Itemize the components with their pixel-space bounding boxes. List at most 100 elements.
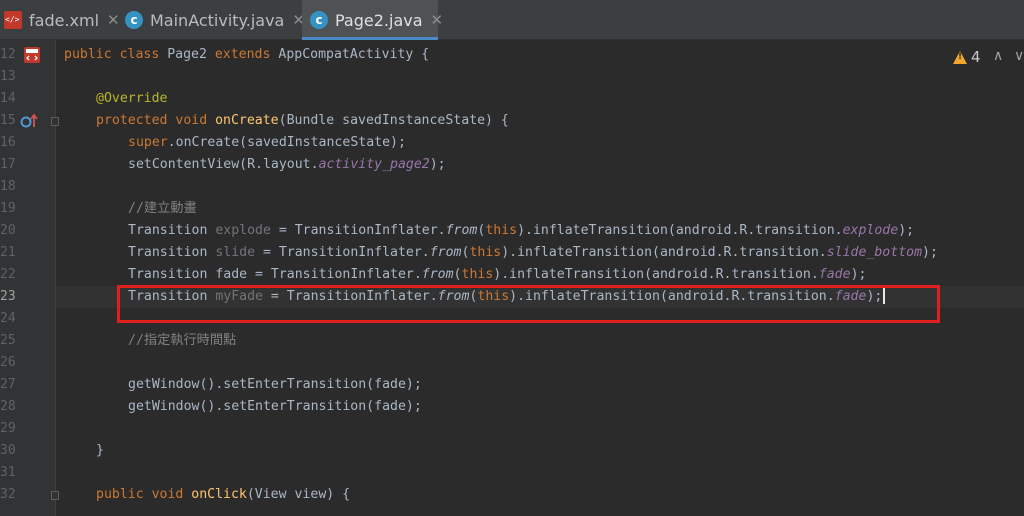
- line-number: 14: [0, 91, 16, 106]
- code-line-15: protected void onCreate(Bundle savedInst…: [56, 110, 1024, 132]
- code-text: (: [453, 267, 462, 282]
- code-text: setContentView(R.layout.: [128, 157, 319, 172]
- tab-label: Page2.java: [335, 10, 423, 30]
- line-number: 22: [0, 267, 16, 282]
- static-field: explode: [842, 223, 899, 238]
- line-number-gutter[interactable]: 12 13 14 15 16 17 18 19 20 21 22 23 24 2…: [0, 40, 59, 516]
- code-text: (View view) {: [246, 487, 351, 502]
- line-number: 17: [0, 157, 16, 172]
- code-text: );: [922, 245, 938, 260]
- keyword: this: [461, 267, 494, 282]
- java-class-icon: c: [310, 11, 328, 29]
- code-text: AppCompatActivity {: [278, 47, 430, 62]
- tab-main-activity[interactable]: c MainActivity.java ✕: [120, 0, 305, 40]
- line-number: 25: [0, 333, 16, 348]
- line-number: 19: [0, 201, 16, 216]
- code-line-17: setContentView(R.layout.activity_page2);: [56, 154, 1024, 176]
- method-name: onClick: [191, 487, 247, 502]
- line-number: 18: [0, 179, 16, 194]
- static-method: from: [421, 267, 454, 282]
- code-line-22: Transition fade = TransitionInflater.fro…: [56, 264, 1024, 286]
- keyword: this: [485, 223, 518, 238]
- code-text: );: [898, 223, 915, 238]
- comment: //指定執行時間點: [128, 333, 237, 348]
- warning-icon: [953, 50, 967, 64]
- class-name: Page2: [167, 47, 215, 62]
- static-field: fade: [818, 267, 851, 282]
- type-name: Transition: [128, 223, 216, 238]
- java-class-icon: c: [125, 11, 143, 29]
- override-method-icon[interactable]: [20, 113, 40, 129]
- line-number: 28: [0, 399, 16, 414]
- code-text: = TransitionInflater.: [255, 245, 430, 260]
- line-number: 16: [0, 135, 16, 150]
- static-method: from: [429, 245, 462, 260]
- code-text: (Bundle savedInstanceState) {: [278, 113, 509, 128]
- code-text: .onCreate(savedInstanceState);: [167, 135, 406, 150]
- type-name: Transition: [128, 267, 216, 282]
- code-text: ).inflateTransition(android.R.transition…: [501, 245, 827, 260]
- close-icon[interactable]: ✕: [107, 11, 120, 29]
- method-name: onCreate: [215, 113, 279, 128]
- code-line-12: public class Page2 extends AppCompatActi…: [56, 44, 1024, 66]
- comment: //建立動畫: [128, 201, 197, 216]
- keyword: public class: [64, 47, 168, 62]
- inspection-widget[interactable]: 4: [953, 48, 981, 66]
- code-text: getWindow().setEnterTransition(fade);: [128, 377, 422, 392]
- line-number-current: 23: [0, 289, 16, 304]
- static-field: activity_page2: [318, 157, 430, 172]
- line-number: 29: [0, 421, 16, 436]
- variable: fade: [215, 267, 248, 282]
- code-line-14: @Override: [56, 88, 1024, 110]
- close-icon[interactable]: ✕: [431, 11, 444, 29]
- line-number: 30: [0, 443, 16, 458]
- keyword: this: [469, 245, 502, 260]
- line-number: 20: [0, 223, 16, 238]
- red-highlight-box: [117, 285, 940, 323]
- code-text: }: [96, 443, 104, 458]
- code-line-27: getWindow().setEnterTransition(fade);: [56, 374, 1024, 396]
- type-name: Transition: [128, 245, 216, 260]
- code-text: ).inflateTransition(android.R.transition…: [517, 223, 843, 238]
- tab-page2[interactable]: c Page2.java ✕: [302, 0, 443, 40]
- line-number: 32: [0, 487, 16, 502]
- line-number: 13: [0, 69, 16, 84]
- code-text: );: [850, 267, 867, 282]
- line-number: 21: [0, 245, 16, 260]
- code-editor[interactable]: 12 13 14 15 16 17 18 19 20 21 22 23 24 2…: [0, 40, 1024, 516]
- keyword: super: [128, 135, 168, 150]
- line-number: 26: [0, 355, 16, 370]
- layout-file-icon[interactable]: [23, 46, 41, 64]
- static-method: from: [445, 223, 478, 238]
- code-line-20: Transition explode = TransitionInflater.…: [56, 220, 1024, 242]
- code-line-30: }: [56, 440, 1024, 462]
- line-number: 15: [0, 113, 16, 128]
- keyword: extends: [214, 47, 279, 62]
- keyword: protected void: [96, 113, 216, 128]
- code-text: = TransitionInflater.: [247, 267, 422, 282]
- unused-variable: slide: [215, 245, 256, 260]
- code-text: ).inflateTransition(android.R.transition…: [493, 267, 819, 282]
- unused-variable: explode: [215, 223, 271, 238]
- line-number: 12: [0, 47, 16, 62]
- tab-label: MainActivity.java: [150, 10, 285, 30]
- code-area[interactable]: public class Page2 extends AppCompatActi…: [56, 40, 1024, 516]
- code-line-25: //指定執行時間點: [56, 330, 1024, 352]
- line-number: 27: [0, 377, 16, 392]
- code-text: );: [429, 157, 446, 172]
- static-field: slide_bottom: [826, 245, 923, 260]
- code-text: getWindow().setEnterTransition(fade);: [128, 399, 422, 414]
- keyword: public void: [96, 487, 192, 502]
- chevron-down-icon[interactable]: ∨: [1014, 48, 1024, 64]
- chevron-up-icon[interactable]: ∧: [993, 48, 1003, 64]
- code-line-32: public void onClick(View view) {: [56, 484, 1024, 506]
- code-line-21: Transition slide = TransitionInflater.fr…: [56, 242, 1024, 264]
- tab-label: fade.xml: [29, 10, 100, 30]
- code-text: = TransitionInflater.: [270, 223, 446, 238]
- annotation: @Override: [96, 91, 168, 106]
- code-line-28: getWindow().setEnterTransition(fade);: [56, 396, 1024, 418]
- tab-fade-xml[interactable]: fade.xml ✕: [0, 0, 120, 40]
- warning-count: 4: [971, 48, 981, 66]
- code-line-16: super.onCreate(savedInstanceState);: [56, 132, 1024, 154]
- xml-file-icon: [4, 11, 22, 29]
